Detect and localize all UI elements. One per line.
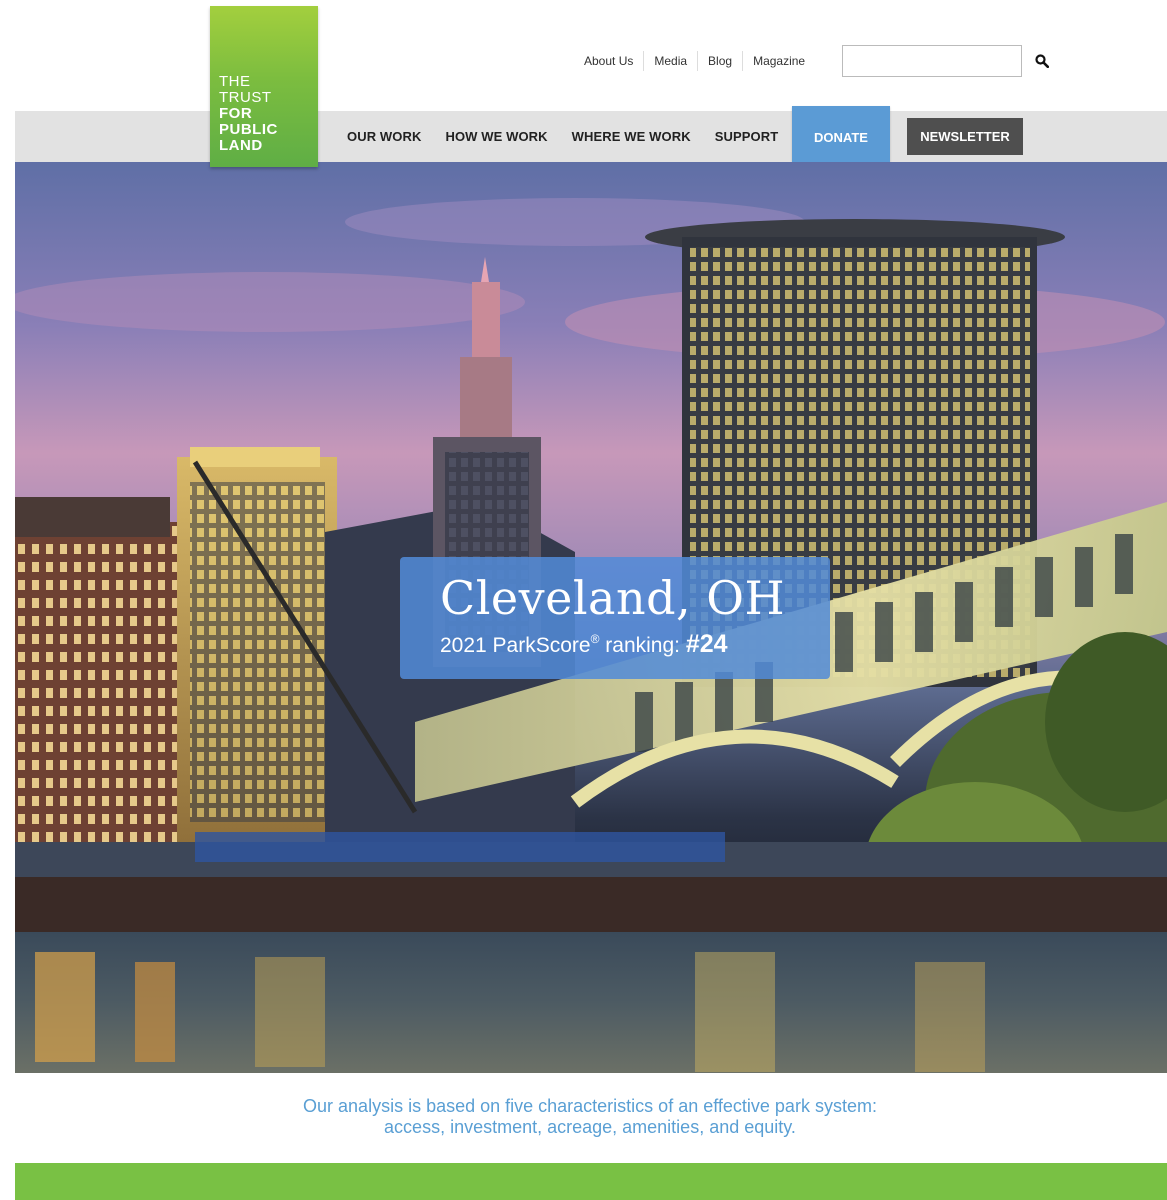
logo-line-land: LAND [219, 137, 263, 154]
utility-link-blog[interactable]: Blog [697, 51, 742, 71]
utility-link-media[interactable]: Media [643, 51, 697, 71]
donate-button[interactable]: DONATE [792, 106, 890, 168]
nav-how-we-work[interactable]: HOW WE WORK [433, 129, 559, 144]
analysis-line-1: Our analysis is based on five characteri… [303, 1096, 877, 1116]
utility-nav: About Us Media Blog Magazine [574, 50, 815, 72]
logo-line-for: FOR [219, 105, 253, 122]
parkscore-ranking: 2021 ParkScore® ranking: #24 [440, 625, 830, 660]
nav-our-work[interactable]: OUR WORK [335, 129, 433, 144]
utility-link-magazine[interactable]: Magazine [742, 51, 815, 71]
ranking-prefix: 2021 ParkScore [440, 634, 591, 657]
hero-image: Cleveland, OH 2021 ParkScore® ranking: #… [15, 162, 1167, 1073]
utility-link-about-us[interactable]: About Us [574, 51, 643, 71]
nav-support[interactable]: SUPPORT [703, 129, 791, 144]
search-icon[interactable] [1035, 46, 1049, 76]
analysis-intro: Our analysis is based on five characteri… [15, 1096, 1167, 1138]
analysis-line-2: access, investment, acreage, amenities, … [384, 1117, 796, 1137]
logo-line-public: PUBLIC [219, 121, 278, 138]
site-logo[interactable]: THE TRUST FOR PUBLIC LAND [210, 6, 318, 167]
main-nav: OUR WORK HOW WE WORK WHERE WE WORK SUPPO… [335, 111, 790, 162]
ranking-mid: ranking: [599, 634, 686, 657]
city-ranking-card: Cleveland, OH 2021 ParkScore® ranking: #… [400, 557, 830, 679]
search-input[interactable] [843, 46, 1035, 76]
city-name: Cleveland, OH [440, 571, 786, 625]
green-section-band [15, 1163, 1167, 1200]
search-box [842, 45, 1049, 77]
nav-where-we-work[interactable]: WHERE WE WORK [560, 129, 703, 144]
newsletter-button[interactable]: NEWSLETTER [907, 118, 1023, 155]
ranking-value: #24 [685, 630, 728, 658]
logo-line-the: THE [219, 73, 251, 90]
logo-line-trust: TRUST [219, 89, 272, 106]
